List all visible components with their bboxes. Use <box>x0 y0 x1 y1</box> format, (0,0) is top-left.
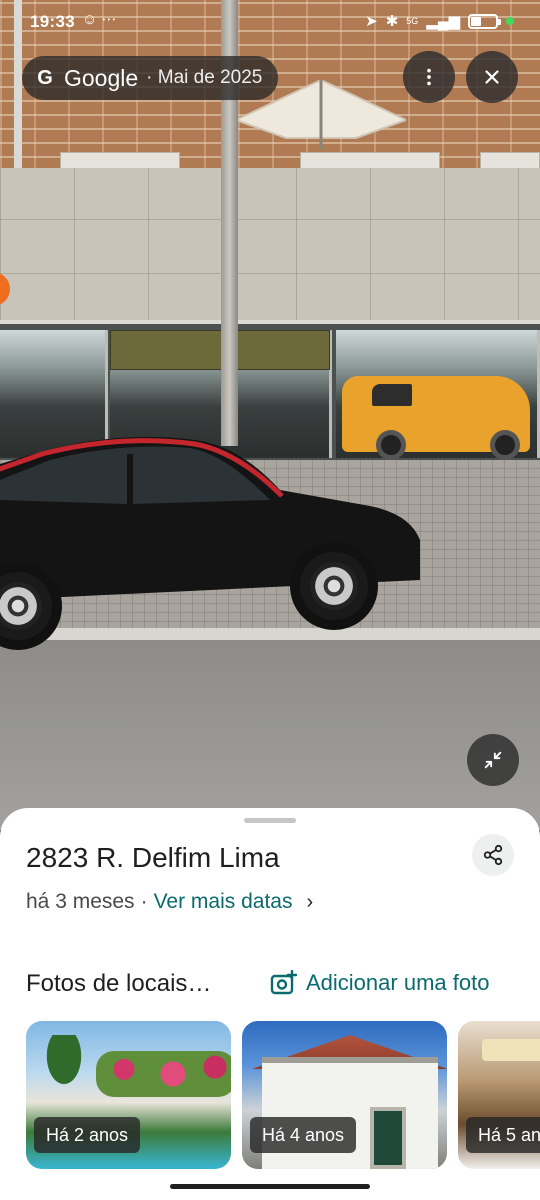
add-photo-icon <box>270 970 298 995</box>
source-name: Google <box>64 64 139 91</box>
curb <box>0 628 540 640</box>
photo-thumbnail[interactable]: Há 2 anos <box>26 1021 231 1169</box>
drag-handle[interactable] <box>244 818 296 823</box>
status-bar: 19:33 ☺ ⋯ ➤ ✱ 5G ▂▄▆ <box>0 0 540 44</box>
street-view-panorama[interactable] <box>0 0 540 830</box>
network-type: 5G <box>406 15 419 26</box>
add-photo-button[interactable]: Adicionar uma foto <box>270 970 489 996</box>
photo-age-badge: Há 2 anos <box>34 1117 141 1153</box>
google-g-icon: G <box>37 66 53 89</box>
status-time: 19:33 <box>30 12 75 31</box>
flower-bush <box>96 1051 231 1097</box>
privacy-indicator-icon <box>506 17 514 25</box>
shop-poster <box>110 330 330 370</box>
more-vert-icon <box>427 68 431 86</box>
more-dates-link[interactable]: Ver mais datas <box>154 890 293 914</box>
restaurant-table <box>482 1039 540 1061</box>
capture-date: · Mai de 2025 <box>146 67 263 88</box>
date-row: há 3 meses · Ver mais datas › <box>26 890 313 914</box>
relative-date: há 3 meses <box>26 890 135 913</box>
place-bottom-sheet[interactable]: 2823 R. Delfim Lima há 3 meses · Ver mai… <box>0 808 540 1200</box>
close-button[interactable] <box>466 51 518 103</box>
van-window <box>372 384 412 406</box>
car-wheel <box>290 542 378 630</box>
van-wheel <box>490 430 520 460</box>
separator-dot: · <box>140 890 148 913</box>
photo-thumbnail[interactable]: Há 4 anos <box>242 1021 447 1169</box>
road <box>0 640 540 830</box>
status-right-icons: ➤ ✱ 5G ▂▄▆ <box>365 12 514 30</box>
photos-section-title: Fotos de locais… <box>26 970 212 997</box>
bluetooth-icon: ✱ <box>385 13 399 30</box>
kid-icon: ☺ <box>82 11 98 28</box>
close-icon <box>485 70 499 84</box>
photo-age-badge: Há 4 anos <box>250 1117 357 1153</box>
more-options-button[interactable] <box>403 51 455 103</box>
collapse-view-button[interactable] <box>467 734 519 786</box>
gesture-nav-bar[interactable] <box>170 1184 370 1189</box>
status-left-icons: ☺ ⋯ <box>82 10 117 28</box>
stone-wall <box>0 168 540 328</box>
location-icon: ➤ <box>365 13 378 30</box>
collapse-icon <box>484 751 502 769</box>
chapel-door <box>370 1107 406 1169</box>
share-button[interactable] <box>472 834 514 876</box>
chevron-right-icon[interactable]: › <box>306 891 313 914</box>
battery-icon <box>468 13 501 29</box>
palm-tree <box>34 1035 94 1105</box>
signal-icon: ▂▄▆ <box>426 13 460 30</box>
photo-thumbnail[interactable]: Há 5 an <box>458 1021 540 1169</box>
add-photo-label: Adicionar uma foto <box>306 970 490 995</box>
place-title: 2823 R. Delfim Lima <box>26 842 280 873</box>
imagery-source-pill[interactable]: G Google · Mai de 2025 <box>22 56 279 100</box>
photo-age-badge: Há 5 an <box>466 1117 540 1153</box>
share-icon <box>483 844 503 866</box>
dots-icon: ⋯ <box>101 11 117 28</box>
